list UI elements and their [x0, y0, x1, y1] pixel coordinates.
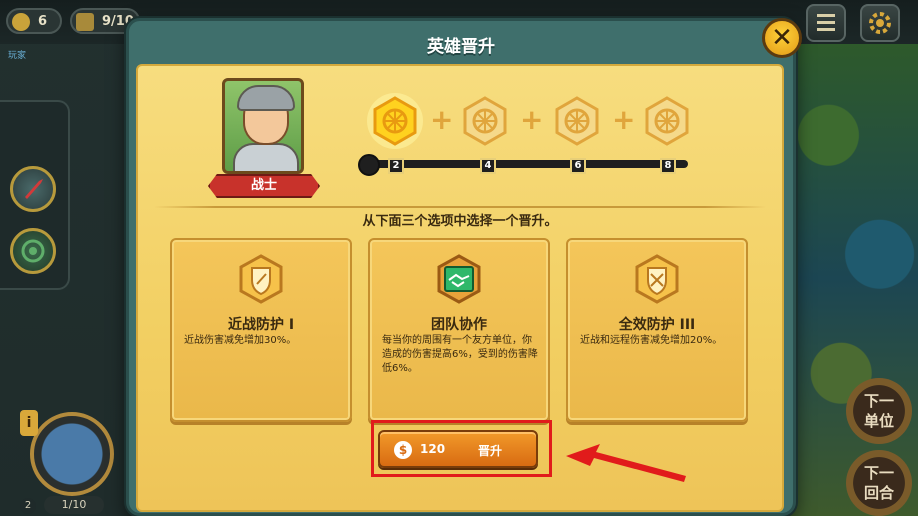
- unit-level: 2: [20, 498, 36, 514]
- food-icon: [76, 13, 94, 31]
- melee-shield-icon: [239, 254, 283, 304]
- hero-portrait: [222, 78, 304, 174]
- settings-button[interactable]: [860, 4, 900, 42]
- rank-marker: 6: [570, 158, 586, 174]
- hex-map[interactable]: [790, 40, 918, 516]
- option-card-full-protection[interactable]: 全效防护 III 近战和远程伤害减免增加20%。: [566, 238, 748, 422]
- gold-resource: 6: [6, 8, 62, 34]
- instruction-text: 从下面三个选项中选择一个晋升。: [362, 214, 558, 229]
- rank-emblem-locked-icon: [555, 96, 599, 146]
- dialog-title: 英雄晋升: [427, 37, 495, 57]
- rocket-icon: [25, 179, 43, 199]
- option-title: 近战防护 I: [227, 317, 295, 333]
- option-description: 近战伤害减免增加30%。: [184, 335, 297, 346]
- left-skill-panel: [0, 100, 70, 290]
- option-title: 全效防护 III: [618, 317, 696, 333]
- gear-icon: [869, 12, 891, 34]
- hero-helmet: [237, 85, 295, 111]
- hero-class-ribbon: 战士: [208, 174, 320, 198]
- target-icon: [21, 239, 45, 263]
- plus-icon: +: [520, 103, 544, 136]
- rank-progress-knob: [358, 154, 380, 176]
- close-icon: ✕: [771, 23, 793, 53]
- rocket-skill-button[interactable]: [10, 166, 56, 212]
- rank-marker: 2: [388, 158, 404, 174]
- plus-icon: +: [612, 103, 636, 136]
- pointer-arrow-icon: [566, 444, 686, 482]
- gold-count: 6: [38, 13, 48, 29]
- rank-marker: 8: [660, 158, 676, 174]
- list-icon: [817, 14, 835, 31]
- ornamental-divider: [154, 206, 766, 208]
- selected-unit-portrait[interactable]: [30, 412, 114, 496]
- handshake-icon: [437, 254, 481, 304]
- gold-coin-icon: [12, 13, 30, 31]
- highlight-box: [371, 420, 552, 477]
- next-unit-button[interactable]: 下一 单位: [846, 378, 912, 444]
- hero-armor: [233, 143, 299, 171]
- rank-emblem-locked-icon: [463, 96, 507, 146]
- rank-emblem-locked-icon: [645, 96, 689, 146]
- list-menu-button[interactable]: [806, 4, 846, 42]
- next-turn-button[interactable]: 下一 回合: [846, 450, 912, 516]
- player-label: 玩家: [8, 51, 27, 61]
- option-title: 团队协作: [431, 317, 487, 333]
- option-card-melee-protection[interactable]: 近战防护 I 近战伤害减免增加30%。: [170, 238, 352, 422]
- unit-count: 1/10: [44, 496, 104, 514]
- full-shield-icon: [635, 254, 679, 304]
- rank-marker: 4: [480, 158, 496, 174]
- rank-emblem-active-icon: [367, 93, 423, 149]
- rank-progress-track: [370, 160, 688, 168]
- info-icon[interactable]: i: [20, 410, 38, 436]
- close-button[interactable]: ✕: [762, 18, 802, 58]
- target-skill-button[interactable]: [10, 228, 56, 274]
- option-description: 近战和远程伤害减免增加20%。: [580, 335, 723, 346]
- option-description: 每当你的周围有一个友方单位，你造成的伤害提高6%，受到的伤害降低6%。: [382, 335, 538, 374]
- plus-icon: +: [430, 103, 454, 136]
- option-card-teamwork[interactable]: 团队协作 每当你的周围有一个友方单位，你造成的伤害提高6%，受到的伤害降低6%。: [368, 238, 550, 422]
